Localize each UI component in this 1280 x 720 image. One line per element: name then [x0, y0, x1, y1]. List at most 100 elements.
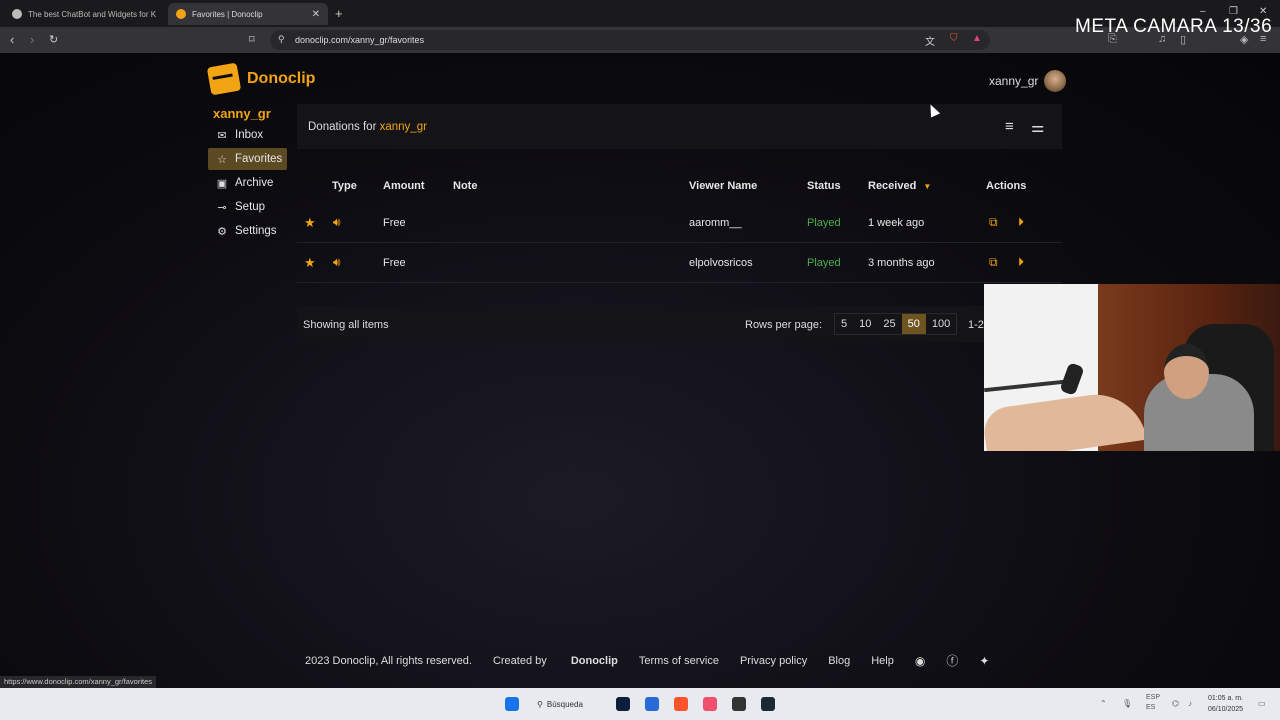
created-by-link[interactable]: Donoclip: [571, 655, 618, 667]
received-label: Received: [868, 180, 917, 192]
play-icon[interactable]: ⏵: [1018, 255, 1024, 270]
table-row[interactable]: ★ 🔊︎ Free elpolvosricos Played 3 months …: [297, 243, 1062, 283]
rows-per-page-selector: 5 10 25 50 100: [834, 313, 958, 335]
forward-icon[interactable]: ›: [30, 32, 34, 47]
rows-option-50[interactable]: 50: [901, 314, 926, 334]
rows-option-5[interactable]: 5: [835, 314, 853, 334]
browser-tab-active[interactable]: Favorites | Donoclip ✕: [168, 3, 328, 25]
sort-desc-icon: ▼: [923, 182, 932, 191]
favorite-star-icon[interactable]: ★: [304, 215, 316, 231]
clock[interactable]: 01:05 a. m. 06/10/2025: [1208, 693, 1243, 715]
date: 06/10/2025: [1208, 706, 1244, 713]
gear-icon: ⚙: [217, 225, 227, 238]
move-to-archive-icon[interactable]: ⧉: [989, 215, 998, 230]
mic-icon[interactable]: 🎙︎: [1122, 699, 1132, 708]
volume-icon[interactable]: ♪: [1188, 699, 1192, 708]
time: 01:05 a. m.: [1208, 695, 1244, 702]
sidebar-item-setup[interactable]: ⊸ Setup: [208, 196, 287, 218]
status-badge: Played: [807, 217, 841, 229]
site-footer: 2023 Donoclip, All rights reserved. Crea…: [305, 652, 1010, 669]
favorite-star-icon[interactable]: ★: [304, 255, 316, 271]
col-header-type[interactable]: Type: [332, 180, 357, 192]
amount-cell: Free: [383, 257, 406, 269]
facebook-icon[interactable]: ⓕ: [946, 652, 958, 669]
table-row[interactable]: ★ 🔊︎ Free aaromm__ Played 1 week ago ⧉ ⏵: [297, 203, 1062, 243]
move-to-archive-icon[interactable]: ⧉: [989, 255, 998, 270]
terms-link[interactable]: Terms of service: [639, 655, 719, 667]
user-menu[interactable]: xanny_gr: [989, 70, 1067, 92]
new-tab-button[interactable]: +: [335, 6, 343, 21]
media-icon[interactable]: ♫: [1158, 33, 1166, 45]
sidebar-item-inbox[interactable]: ✉ Inbox: [208, 124, 287, 146]
speaker-icon: 🔊︎: [333, 255, 341, 269]
donoclip-favicon-icon: [176, 9, 186, 19]
translate-icon[interactable]: 文: [925, 33, 935, 48]
obs-icon[interactable]: [732, 697, 746, 711]
rows-option-100[interactable]: 100: [926, 314, 956, 334]
rows-option-10[interactable]: 10: [853, 314, 877, 334]
received-cell: 3 months ago: [868, 257, 935, 269]
sidebar-user: xanny_gr: [213, 106, 271, 121]
sidebar-item-label: Setup: [235, 201, 266, 213]
bookmark-icon[interactable]: ⌑: [249, 33, 255, 46]
donoclip-logo[interactable]: Donoclip: [206, 62, 315, 96]
brave-icon[interactable]: [674, 697, 688, 711]
col-header-received[interactable]: Received ▼: [868, 180, 931, 192]
col-header-note[interactable]: Note: [453, 180, 477, 192]
table-footer: Showing all items Rows per page: 5 10 25…: [297, 306, 987, 343]
close-tab-icon[interactable]: ✕: [312, 9, 320, 20]
archive-icon: ▣: [216, 177, 228, 190]
sidebar-item-favorites[interactable]: ☆ Favorites: [208, 148, 287, 170]
rows-option-25[interactable]: 25: [877, 314, 901, 334]
search-label: Búsqueda: [546, 699, 583, 709]
blog-link[interactable]: Blog: [828, 655, 850, 667]
sidebar-item-label: Inbox: [235, 129, 264, 141]
sidebar-item-settings[interactable]: ⚙ Settings: [208, 220, 287, 242]
notification-icon[interactable]: ▭: [1258, 699, 1266, 708]
brave-rewards-icon[interactable]: ▲: [972, 33, 982, 44]
brave-shields-icon[interactable]: ⛉: [950, 33, 958, 44]
sidebar-item-label: Archive: [235, 177, 274, 189]
sidebar-icon[interactable]: ▯: [1180, 33, 1186, 46]
language-indicator[interactable]: ESP ES: [1146, 693, 1160, 713]
tray-chevron-icon[interactable]: ⌃: [1100, 699, 1107, 708]
col-header-status[interactable]: Status: [807, 180, 841, 192]
inbox-icon: ✉: [217, 129, 227, 142]
tab-title: The best ChatBot and Widgets for Ki: [28, 9, 156, 19]
tune-icon[interactable]: ⚌: [1031, 118, 1044, 136]
speaker-icon: 🔊︎: [333, 215, 341, 229]
received-cell: 1 week ago: [868, 217, 925, 229]
windows-start-icon[interactable]: [505, 697, 519, 711]
menu-icon[interactable]: ≡: [1260, 33, 1266, 45]
help-link[interactable]: Help: [871, 655, 894, 667]
col-header-amount[interactable]: Amount: [383, 180, 425, 192]
link-icon: ⊸: [217, 201, 227, 214]
wallet-icon[interactable]: ◈: [1240, 33, 1248, 46]
star-outline-icon: ☆: [217, 153, 227, 166]
col-header-viewer[interactable]: Viewer Name: [689, 180, 757, 192]
privacy-link[interactable]: Privacy policy: [740, 655, 807, 667]
title-user: xanny_gr: [379, 121, 427, 133]
sidebar-item-label: Settings: [235, 225, 277, 237]
steam-icon[interactable]: [761, 697, 775, 711]
play-icon[interactable]: ⏵: [1018, 215, 1024, 230]
site-info-icon[interactable]: ⚲: [278, 34, 285, 45]
lang-region: ES: [1146, 704, 1156, 711]
taskbar-search[interactable]: ⚲ Búsqueda: [537, 696, 599, 712]
extension-icon[interactable]: ⎘: [1108, 33, 1117, 46]
store-icon[interactable]: [645, 697, 659, 711]
status-badge: Played: [807, 257, 841, 269]
url-field[interactable]: ⚲ donoclip.com/xanny_gr/favorites 文 ⛉ ▲: [270, 30, 990, 50]
filter-icon[interactable]: ≡: [1005, 118, 1014, 135]
back-icon[interactable]: ‹: [10, 32, 14, 47]
network-icon[interactable]: ⌬: [1172, 699, 1179, 708]
browser-tab[interactable]: The best ChatBot and Widgets for Ki: [4, 3, 164, 25]
reload-icon[interactable]: ↻: [49, 33, 58, 46]
created-by-prefix: Created by: [492, 654, 550, 667]
clapperboard-icon: [206, 62, 242, 96]
music-icon[interactable]: [703, 697, 717, 711]
discord-icon[interactable]: ◉: [915, 654, 925, 668]
sidebar-item-archive[interactable]: ▣ Archive: [208, 172, 287, 194]
photoshop-icon[interactable]: [616, 697, 630, 711]
twitter-icon[interactable]: ✦: [979, 654, 989, 668]
